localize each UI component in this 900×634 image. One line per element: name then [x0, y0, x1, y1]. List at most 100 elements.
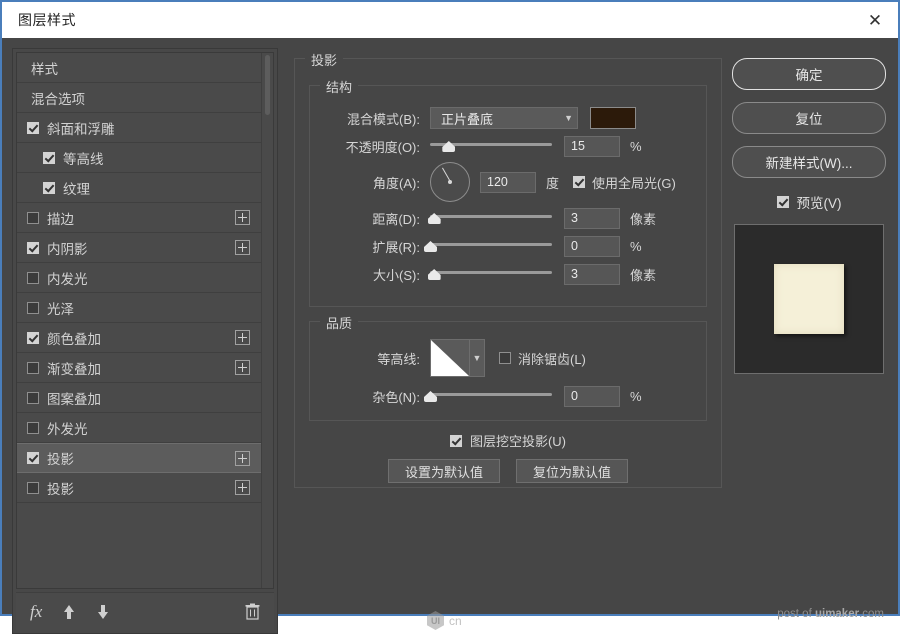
right-column: 确定 复位 新建样式(W)... 预览(V)	[730, 48, 888, 634]
sidebar-item-checkbox[interactable]	[27, 361, 39, 374]
structure-group-title: 结构	[320, 77, 359, 96]
uimaker-prefix: post of	[777, 608, 815, 620]
sidebar-item-label: 外发光	[47, 421, 88, 437]
contour-preview[interactable]	[430, 339, 470, 377]
distance-slider[interactable]	[427, 209, 552, 227]
new-style-button[interactable]: 新建样式(W)...	[732, 146, 886, 178]
sidebar-item-contour[interactable]: 等高线	[17, 143, 262, 173]
use-global-light-checkbox[interactable]: 使用全局光(G)	[573, 173, 676, 192]
sidebar-item-checkbox[interactable]	[27, 301, 39, 314]
opacity-slider[interactable]	[430, 137, 552, 155]
sidebar-item-checkbox[interactable]	[27, 241, 39, 254]
blend-mode-value: 正片叠底	[441, 111, 494, 127]
sidebar-item-blending-options[interactable]: 混合选项	[17, 83, 262, 113]
slider-track	[430, 271, 552, 274]
chevron-down-icon[interactable]: ▼	[470, 339, 485, 377]
noise-slider[interactable]	[424, 387, 552, 405]
sidebar-item-texture[interactable]: 纹理	[17, 173, 262, 203]
shadow-color-swatch[interactable]	[590, 107, 636, 129]
sidebar-item-label: 内阴影	[47, 241, 88, 257]
styles-list: 样式 混合选项 斜面和浮雕 等高线 纹理 描边 内阴影 内发光 光泽 颜色叠加 …	[16, 52, 274, 589]
sidebar-item-satin[interactable]: 光泽	[17, 293, 262, 323]
sidebar-item-checkbox[interactable]	[27, 421, 39, 434]
sidebar-item-drop-shadow[interactable]: 投影	[17, 443, 262, 473]
sidebar-item-label: 颜色叠加	[47, 331, 101, 347]
drop-shadow-group: 投影 结构 混合模式(B): 正片叠底 ▼ 不透明度(O): 15 % 角度(A…	[294, 50, 722, 488]
sidebar-item-inner-shadow[interactable]: 内阴影	[17, 233, 262, 263]
dialog-title: 图层样式	[18, 12, 76, 28]
preview-label: 预览(V)	[796, 196, 842, 211]
main-panel: 投影 结构 混合模式(B): 正片叠底 ▼ 不透明度(O): 15 % 角度(A…	[294, 48, 722, 634]
opacity-label: 不透明度(O):	[345, 139, 420, 155]
styles-list-scrollbar[interactable]	[261, 53, 273, 588]
sidebar-toolbar: fx	[16, 592, 274, 630]
add-effect-icon[interactable]	[235, 480, 250, 495]
quality-group-title: 品质	[320, 313, 359, 332]
spread-slider[interactable]	[424, 237, 552, 255]
trash-icon[interactable]	[245, 603, 260, 620]
sidebar-item-checkbox[interactable]	[27, 481, 39, 494]
sidebar-item-checkbox[interactable]	[27, 211, 39, 224]
sidebar-item-bevel-emboss[interactable]: 斜面和浮雕	[17, 113, 262, 143]
spread-input[interactable]: 0	[564, 235, 620, 257]
sidebar-item-color-overlay[interactable]: 颜色叠加	[17, 323, 262, 353]
knockout-checkbox[interactable]: 图层挖空投影(U)	[295, 431, 721, 450]
sidebar-item-stroke[interactable]: 描边	[17, 203, 262, 233]
arrow-down-icon[interactable]	[96, 604, 110, 620]
opacity-row: 不透明度(O): 15 %	[310, 132, 706, 160]
angle-unit: 度	[546, 175, 560, 191]
angle-input[interactable]: 120	[480, 171, 536, 193]
ok-button[interactable]: 确定	[732, 58, 886, 90]
layer-style-dialog: 图层样式 ✕ 样式 混合选项 斜面和浮雕 等高线 纹理 描边 内阴影 内发光 光…	[0, 0, 900, 634]
fx-icon[interactable]: fx	[30, 602, 42, 622]
noise-row: 杂色(N): 0 %	[310, 382, 706, 410]
reset-button[interactable]: 复位	[732, 102, 886, 134]
sidebar-item-pattern-overlay[interactable]: 图案叠加	[17, 383, 262, 413]
sidebar-item-checkbox[interactable]	[27, 271, 39, 284]
sidebar-item-drop-shadow-2[interactable]: 投影	[17, 473, 262, 503]
preview-thumbnail	[734, 224, 884, 374]
blend-mode-select[interactable]: 正片叠底 ▼	[430, 107, 578, 129]
size-input[interactable]: 3	[564, 263, 620, 285]
set-default-button[interactable]: 设置为默认值	[387, 459, 500, 483]
antialias-checkbox[interactable]: 消除锯齿(L)	[499, 349, 586, 368]
sidebar-item-checkbox[interactable]	[27, 391, 39, 404]
uimaker-tld: .com	[859, 608, 884, 620]
sidebar-item-checkbox[interactable]	[27, 121, 39, 134]
contour-label: 等高线:	[377, 351, 420, 367]
use-global-light-label: 使用全局光(G)	[592, 175, 676, 191]
noise-input[interactable]: 0	[564, 385, 620, 407]
styles-sidebar: 样式 混合选项 斜面和浮雕 等高线 纹理 描边 内阴影 内发光 光泽 颜色叠加 …	[12, 48, 278, 634]
sidebar-item-inner-glow[interactable]: 内发光	[17, 263, 262, 293]
reset-default-button[interactable]: 复位为默认值	[516, 459, 629, 483]
spread-label: 扩展(R):	[372, 239, 420, 255]
sidebar-item-label: 图案叠加	[47, 391, 101, 407]
sidebar-item-label: 样式	[31, 61, 58, 77]
spread-unit: %	[630, 238, 642, 254]
sidebar-item-styles[interactable]: 样式	[17, 53, 262, 83]
size-slider[interactable]	[427, 265, 552, 283]
uimaker-watermark: post of uimaker.com	[777, 608, 884, 620]
distance-input[interactable]: 3	[564, 207, 620, 229]
sidebar-item-checkbox[interactable]	[27, 331, 39, 344]
sidebar-item-outer-glow[interactable]: 外发光	[17, 413, 262, 443]
angle-dial[interactable]	[430, 162, 470, 202]
preview-checkbox[interactable]: 预览(V)	[776, 192, 842, 212]
add-effect-icon[interactable]	[235, 360, 250, 375]
add-effect-icon[interactable]	[235, 450, 250, 466]
antialias-label: 消除锯齿(L)	[518, 351, 586, 367]
sidebar-item-checkbox[interactable]	[43, 151, 55, 164]
add-effect-icon[interactable]	[235, 330, 250, 345]
scrollbar-thumb[interactable]	[265, 55, 270, 115]
add-effect-icon[interactable]	[235, 210, 250, 225]
add-effect-icon[interactable]	[235, 240, 250, 255]
arrow-up-icon[interactable]	[62, 604, 76, 620]
sidebar-item-gradient-overlay[interactable]: 渐变叠加	[17, 353, 262, 383]
opacity-input[interactable]: 15	[564, 135, 620, 157]
knockout-label: 图层挖空投影(U)	[469, 434, 567, 449]
sidebar-item-label: 斜面和浮雕	[47, 121, 115, 137]
sidebar-item-checkbox[interactable]	[43, 181, 55, 194]
contour-row: 等高线: ▼ 消除锯齿(L)	[310, 334, 706, 382]
sidebar-item-checkbox[interactable]	[27, 452, 39, 464]
close-icon[interactable]: ✕	[852, 2, 898, 38]
